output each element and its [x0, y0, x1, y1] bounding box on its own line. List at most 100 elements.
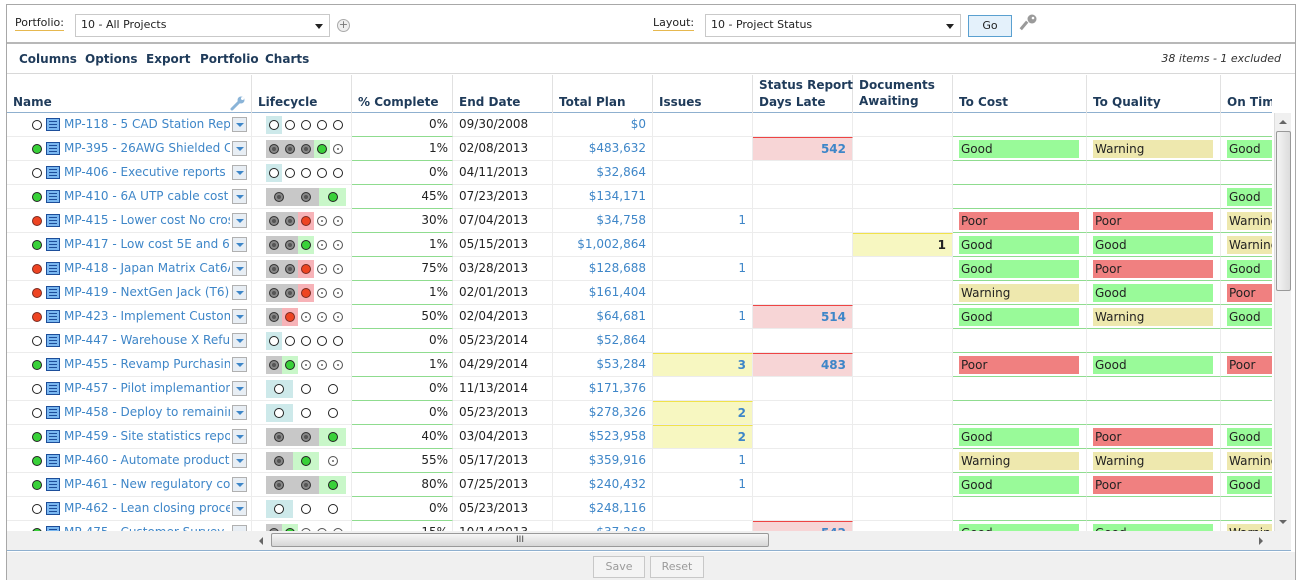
- stage-complete-icon[interactable]: [285, 288, 295, 298]
- stage-at-risk-icon[interactable]: [301, 288, 311, 298]
- total-plan-cell[interactable]: $34,758: [553, 209, 653, 233]
- key-icon[interactable]: [1019, 13, 1039, 33]
- stage-open-icon[interactable]: [327, 504, 338, 514]
- stage-complete-icon[interactable]: [285, 264, 295, 274]
- table-row[interactable]: MP-457 - Pilot implemantion and 0%11/13/2…: [7, 377, 1272, 401]
- issues-cell[interactable]: 1: [653, 305, 753, 329]
- project-name-link[interactable]: MP-462 - Lean closing process: [64, 497, 230, 520]
- total-plan-cell[interactable]: $0: [553, 113, 653, 137]
- go-button[interactable]: Go: [968, 15, 1012, 37]
- stage-complete-icon[interactable]: [269, 288, 279, 298]
- stage-future-icon[interactable]: [333, 288, 343, 298]
- scroll-right-arrow-icon[interactable]: [1259, 537, 1263, 545]
- stage-open-icon[interactable]: [301, 408, 311, 418]
- stage-future-icon[interactable]: [333, 240, 343, 250]
- row-menu-dropdown-icon[interactable]: [232, 117, 247, 132]
- project-name-link[interactable]: MP-417 - Low cost 5E and 6 STP: [64, 233, 230, 256]
- stage-open-icon[interactable]: [269, 168, 279, 178]
- stage-future-icon[interactable]: [317, 288, 327, 298]
- horizontal-scroll-thumb[interactable]: III: [271, 533, 769, 547]
- total-plan-cell[interactable]: $53,284: [553, 353, 653, 377]
- scroll-down-arrow-icon[interactable]: [1279, 520, 1287, 524]
- column-header-on-time[interactable]: On Time: [1221, 75, 1272, 113]
- total-plan-cell[interactable]: $161,404: [553, 281, 653, 305]
- row-menu-dropdown-icon[interactable]: [232, 357, 247, 372]
- menu-charts[interactable]: Charts: [265, 52, 309, 66]
- stage-complete-icon[interactable]: [269, 264, 279, 274]
- table-row[interactable]: MP-462 - Lean closing process 0% 05/23/201…: [7, 497, 1272, 521]
- total-plan-cell[interactable]: $278,326: [553, 401, 653, 425]
- row-menu-dropdown-icon[interactable]: [232, 141, 247, 156]
- stage-complete-icon[interactable]: [269, 216, 279, 226]
- project-name-link[interactable]: MP-447 - Warehouse X Refurbish: [64, 329, 230, 352]
- table-row[interactable]: MP-459 - Site statistics report 40% 03/04/…: [7, 425, 1272, 449]
- status-report-days-late-cell[interactable]: 514: [753, 305, 853, 329]
- table-row[interactable]: MP-423 - Implement Customer 50% 02/04/2013…: [7, 305, 1272, 329]
- issues-cell[interactable]: 1: [653, 449, 753, 473]
- row-menu-dropdown-icon[interactable]: [232, 165, 247, 180]
- row-menu-dropdown-icon[interactable]: [232, 477, 247, 492]
- menu-export[interactable]: Export: [146, 52, 190, 66]
- row-menu-dropdown-icon[interactable]: [232, 333, 247, 348]
- stage-on-track-icon[interactable]: [327, 432, 338, 442]
- project-name-link[interactable]: MP-458 - Deploy to remaining: [64, 401, 230, 424]
- stage-complete-icon[interactable]: [269, 360, 279, 370]
- stage-complete-icon[interactable]: [301, 480, 311, 490]
- stage-complete-icon[interactable]: [269, 312, 279, 322]
- row-menu-dropdown-icon[interactable]: [232, 453, 247, 468]
- stage-on-track-icon[interactable]: [301, 456, 311, 466]
- stage-future-icon[interactable]: [333, 216, 343, 226]
- row-menu-dropdown-icon[interactable]: [232, 405, 247, 420]
- table-row[interactable]: MP-458 - Deploy to remaining 0% 05/23/2013…: [7, 401, 1272, 425]
- stage-on-track-icon[interactable]: [317, 144, 327, 154]
- project-name-link[interactable]: MP-459 - Site statistics report: [64, 425, 230, 448]
- stage-future-icon[interactable]: [333, 360, 343, 370]
- column-header-status-report-days-late[interactable]: Status Report Days Late: [753, 75, 853, 113]
- wrench-icon[interactable]: [230, 95, 246, 111]
- table-row[interactable]: MP-395 - 26AWG Shielded Cat 1% 02/08/2013 $…: [7, 137, 1272, 161]
- project-name-link[interactable]: MP-419 - NextGen Jack (T6): [64, 281, 230, 304]
- stage-at-risk-icon[interactable]: [285, 312, 295, 322]
- project-name-link[interactable]: MP-118 - 5 CAD Station Replacement: [64, 113, 230, 136]
- stage-complete-icon[interactable]: [269, 240, 279, 250]
- scroll-left-arrow-icon[interactable]: [259, 537, 263, 545]
- stage-future-icon[interactable]: [333, 264, 343, 274]
- total-plan-cell[interactable]: $32,864: [553, 161, 653, 185]
- stage-open-icon[interactable]: [301, 168, 311, 178]
- table-row[interactable]: MP-406 - Executive reports 0% 04/11/2013 $3…: [7, 161, 1272, 185]
- stage-open-icon[interactable]: [301, 336, 311, 346]
- row-menu-dropdown-icon[interactable]: [232, 213, 247, 228]
- row-menu-dropdown-icon[interactable]: [232, 285, 247, 300]
- stage-future-icon[interactable]: [317, 240, 327, 250]
- total-plan-cell[interactable]: $248,116: [553, 497, 653, 521]
- column-header-to-cost[interactable]: To Cost: [953, 75, 1087, 113]
- stage-on-track-icon[interactable]: [327, 480, 338, 490]
- stage-open-icon[interactable]: [301, 120, 311, 130]
- stage-open-icon[interactable]: [285, 336, 295, 346]
- total-plan-cell[interactable]: $523,958: [553, 425, 653, 449]
- stage-future-icon[interactable]: [333, 312, 343, 322]
- total-plan-cell[interactable]: $171,376: [553, 377, 653, 401]
- stage-complete-icon[interactable]: [269, 144, 279, 154]
- project-name-link[interactable]: MP-457 - Pilot implemantion and: [64, 377, 230, 400]
- stage-open-icon[interactable]: [269, 120, 279, 130]
- project-name-link[interactable]: MP-460 - Automate product p: [64, 449, 230, 472]
- stage-open-icon[interactable]: [285, 120, 295, 130]
- stage-future-icon[interactable]: [333, 144, 343, 154]
- issues-cell[interactable]: 2: [653, 425, 753, 449]
- column-header-name[interactable]: Name: [7, 75, 252, 113]
- column-header-end-date[interactable]: End Date: [453, 75, 553, 113]
- table-row[interactable]: MP-447 - Warehouse X Refurbish 0%05/23/20…: [7, 329, 1272, 353]
- stage-at-risk-icon[interactable]: [301, 216, 311, 226]
- stage-open-icon[interactable]: [327, 408, 338, 418]
- project-name-link[interactable]: MP-423 - Implement Customer: [64, 305, 230, 328]
- table-row[interactable]: MP-475 - Customer Survey 15%10/14/2013$37…: [7, 521, 1272, 531]
- row-menu-dropdown-icon[interactable]: [232, 309, 247, 324]
- table-row[interactable]: MP-419 - NextGen Jack (T6) 1% 02/01/2013 $1…: [7, 281, 1272, 305]
- stage-open-icon[interactable]: [285, 168, 295, 178]
- project-name-link[interactable]: MP-418 - Japan Matrix Cat6A (: [64, 257, 230, 280]
- stage-future-icon[interactable]: [317, 360, 327, 370]
- column-header-lifecycle[interactable]: Lifecycle: [252, 75, 352, 113]
- stage-open-icon[interactable]: [317, 168, 327, 178]
- column-header-to-quality[interactable]: To Quality: [1087, 75, 1221, 113]
